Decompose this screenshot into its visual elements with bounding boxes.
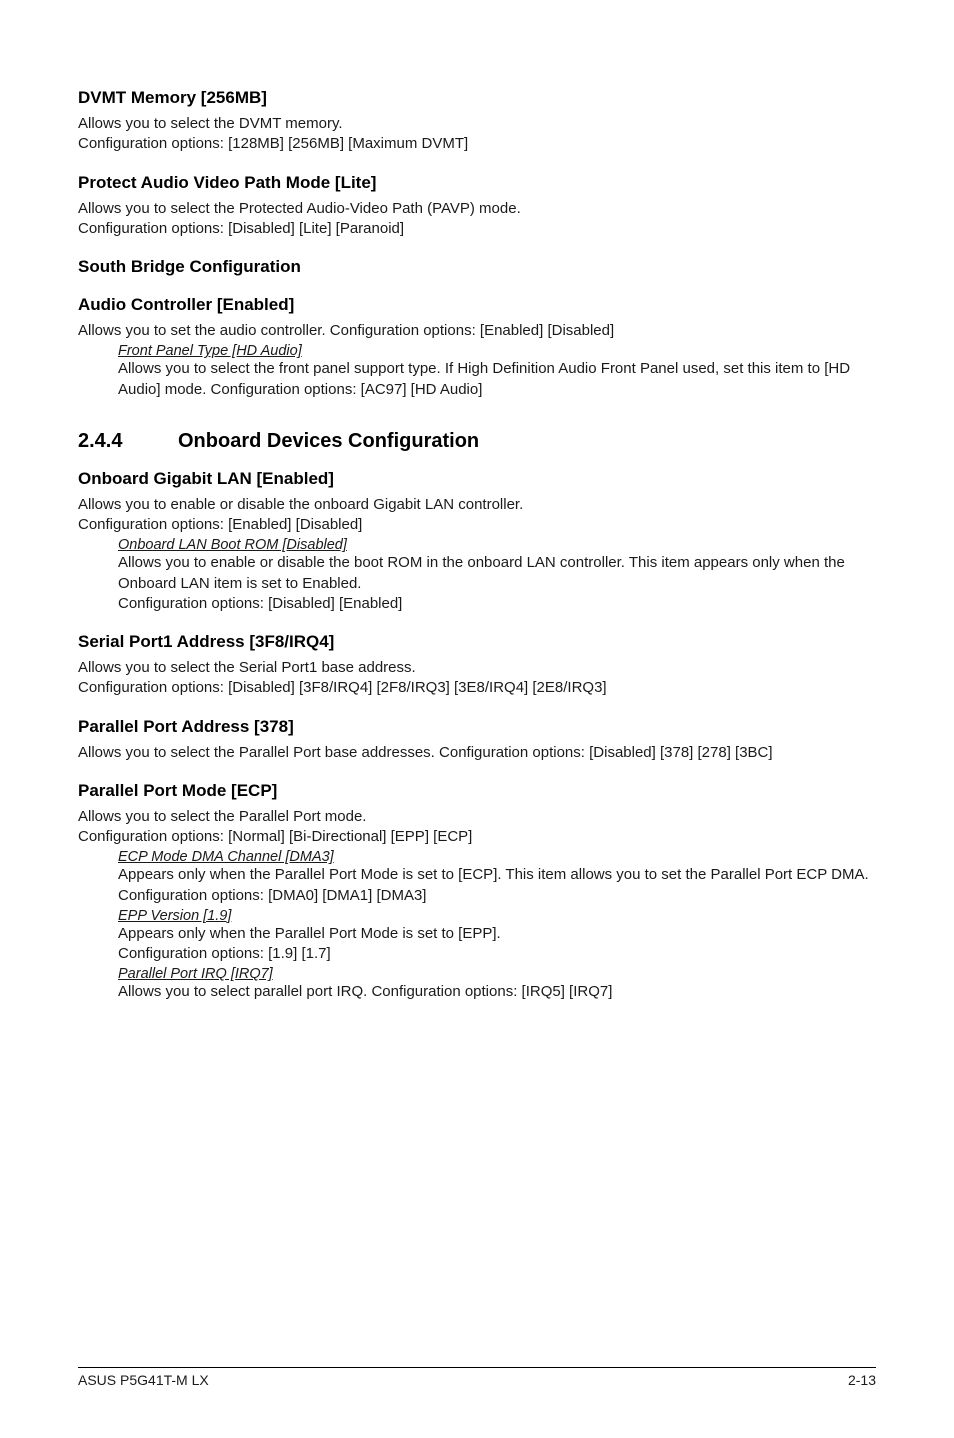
ecp-dma-option: ECP Mode DMA Channel [DMA3] <box>118 849 876 865</box>
serial-text-2: Configuration options: [Disabled] [3F8/I… <box>78 678 876 698</box>
page-footer: ASUS P5G41T-M LX 2-13 <box>78 1367 876 1388</box>
front-panel-type-option: Front Panel Type [HD Audio] <box>118 343 876 359</box>
lan-text-1: Allows you to enable or disable the onbo… <box>78 495 876 515</box>
audio-text-1: Allows you to set the audio controller. … <box>78 321 876 341</box>
south-bridge-heading: South Bridge Configuration <box>78 257 876 277</box>
epp-version-option: EPP Version [1.9] <box>118 908 876 924</box>
lan-boot-rom-desc-1: Allows you to enable or disable the boot… <box>118 553 876 594</box>
front-panel-type-desc: Allows you to select the front panel sup… <box>118 359 876 400</box>
serial-heading: Serial Port1 Address [3F8/IRQ4] <box>78 632 876 652</box>
serial-text-1: Allows you to select the Serial Port1 ba… <box>78 658 876 678</box>
footer-product: ASUS P5G41T-M LX <box>78 1372 209 1388</box>
parallel-addr-heading: Parallel Port Address [378] <box>78 717 876 737</box>
pavp-text-2: Configuration options: [Disabled] [Lite]… <box>78 219 876 239</box>
parallel-mode-text-2: Configuration options: [Normal] [Bi-Dire… <box>78 827 876 847</box>
lan-boot-rom-option: Onboard LAN Boot ROM [Disabled] <box>118 537 876 553</box>
epp-version-desc-1: Appears only when the Parallel Port Mode… <box>118 924 876 944</box>
lan-heading: Onboard Gigabit LAN [Enabled] <box>78 469 876 489</box>
dvmt-text-1: Allows you to select the DVMT memory. <box>78 114 876 134</box>
lan-text-2: Configuration options: [Enabled] [Disabl… <box>78 515 876 535</box>
ecp-dma-desc: Appears only when the Parallel Port Mode… <box>118 865 876 906</box>
section-title: Onboard Devices Configuration <box>178 430 479 453</box>
lan-boot-rom-desc-2: Configuration options: [Disabled] [Enabl… <box>118 594 876 614</box>
parallel-mode-heading: Parallel Port Mode [ECP] <box>78 781 876 801</box>
section-number: 2.4.4 <box>78 430 178 453</box>
footer-page-number: 2-13 <box>848 1372 876 1388</box>
parallel-irq-desc: Allows you to select parallel port IRQ. … <box>118 982 876 1002</box>
section-header: 2.4.4 Onboard Devices Configuration <box>78 430 876 453</box>
pavp-heading: Protect Audio Video Path Mode [Lite] <box>78 173 876 193</box>
dvmt-text-2: Configuration options: [128MB] [256MB] [… <box>78 134 876 154</box>
parallel-irq-option: Parallel Port IRQ [IRQ7] <box>118 966 876 982</box>
parallel-addr-text: Allows you to select the Parallel Port b… <box>78 743 876 763</box>
parallel-mode-text-1: Allows you to select the Parallel Port m… <box>78 807 876 827</box>
dvmt-heading: DVMT Memory [256MB] <box>78 88 876 108</box>
audio-heading: Audio Controller [Enabled] <box>78 295 876 315</box>
pavp-text-1: Allows you to select the Protected Audio… <box>78 199 876 219</box>
epp-version-desc-2: Configuration options: [1.9] [1.7] <box>118 944 876 964</box>
